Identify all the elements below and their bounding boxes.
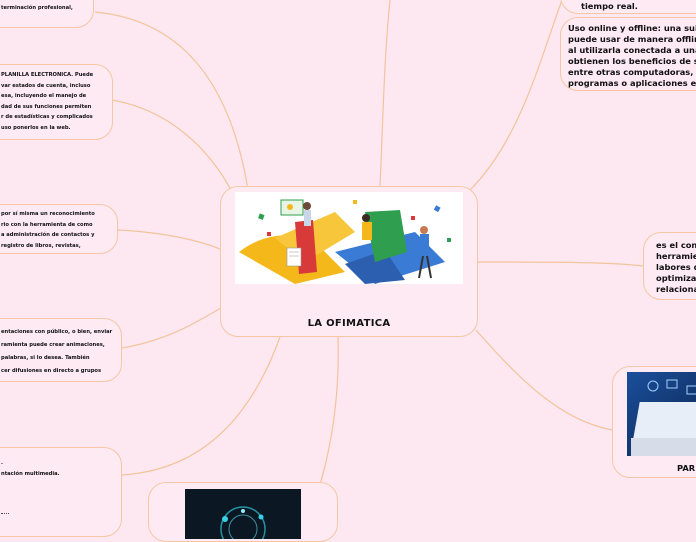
node-definition[interactable]: es el conju herramien labores de optimiz… (643, 232, 696, 300)
node-text-line: registro de libros, revistas, (1, 242, 81, 249)
node-top-right-partial[interactable]: tiempo real. (560, 0, 696, 14)
node-para-title: PAR (677, 463, 696, 473)
node-text-line: esa, incluyendo el manejo de (1, 93, 87, 99)
technology-image (185, 489, 301, 539)
node-text: terminación profesional, (1, 5, 73, 11)
node-text-line: Uso online y offline: una suite (568, 23, 696, 33)
node-bottom-image[interactable] (148, 482, 338, 542)
node-text-line: dad de sus funciones permiten (1, 103, 92, 110)
node-text-line: rio con la herramienta de como (1, 221, 93, 228)
node-text-line: uso ponerlos en la web. (1, 124, 71, 131)
node-text-line: herramien (656, 251, 696, 261)
node-para[interactable]: PAR (612, 366, 696, 478)
node-text-line: obtienen los beneficios de sin (568, 56, 696, 66)
node-text-line: al utilizarla conectada a una (568, 45, 696, 55)
node-bottom-left[interactable]: . ntación multimedia. (0, 447, 122, 537)
laptop-tech-image (627, 372, 696, 456)
node-top-left[interactable]: terminación profesional, (0, 0, 94, 28)
node-text-line: var estados de cuenta, incluso (1, 82, 91, 89)
node-text-line: relacionad (656, 284, 696, 294)
node-text-line: por sí misma un reconocimiento (1, 211, 95, 217)
node-database[interactable]: por sí misma un reconocimiento rio con l… (0, 204, 118, 254)
node-text-line: cer difusiones en directo a grupos (1, 368, 102, 374)
node-text-line: programas o aplicaciones en (568, 78, 696, 88)
node-online-offline[interactable]: Uso online y offline: una suite puede us… (560, 17, 696, 91)
node-text-line: ntación multimedia. (1, 470, 60, 477)
node-text-line: palabras, si lo desea. También (1, 355, 90, 361)
node-text-line: . (1, 460, 3, 466)
node-text-line: es el conju (656, 240, 696, 250)
office-illustration (235, 192, 463, 284)
node-text-line: optimizac (656, 273, 696, 283)
central-title: LA OFIMATICA (307, 318, 391, 329)
node-text-line: a administración de contactos y (1, 232, 95, 238)
node-spreadsheet[interactable]: PLANILLA ELECTRONICA. Puede var estados … (0, 64, 113, 140)
node-presentation[interactable]: entaciones con público, o bien, enviar r… (0, 318, 122, 382)
node-text-line: entre otras computadoras, us (568, 67, 696, 77)
node-text: tiempo real. (581, 1, 638, 11)
node-text-line: PLANILLA ELECTRONICA. Puede (1, 72, 94, 78)
node-text-line: ramienta puede crear animaciones, (1, 342, 105, 348)
node-text-line: entaciones con público, o bien, enviar (1, 329, 113, 335)
central-node[interactable]: LA OFIMATICA (220, 186, 478, 337)
node-text-line: puede usar de manera offline (568, 34, 696, 44)
node-text-line: labores de (656, 262, 696, 272)
node-text-line: r de estadísticas y complicados (1, 114, 93, 120)
truncated-text-mark (1, 513, 9, 517)
